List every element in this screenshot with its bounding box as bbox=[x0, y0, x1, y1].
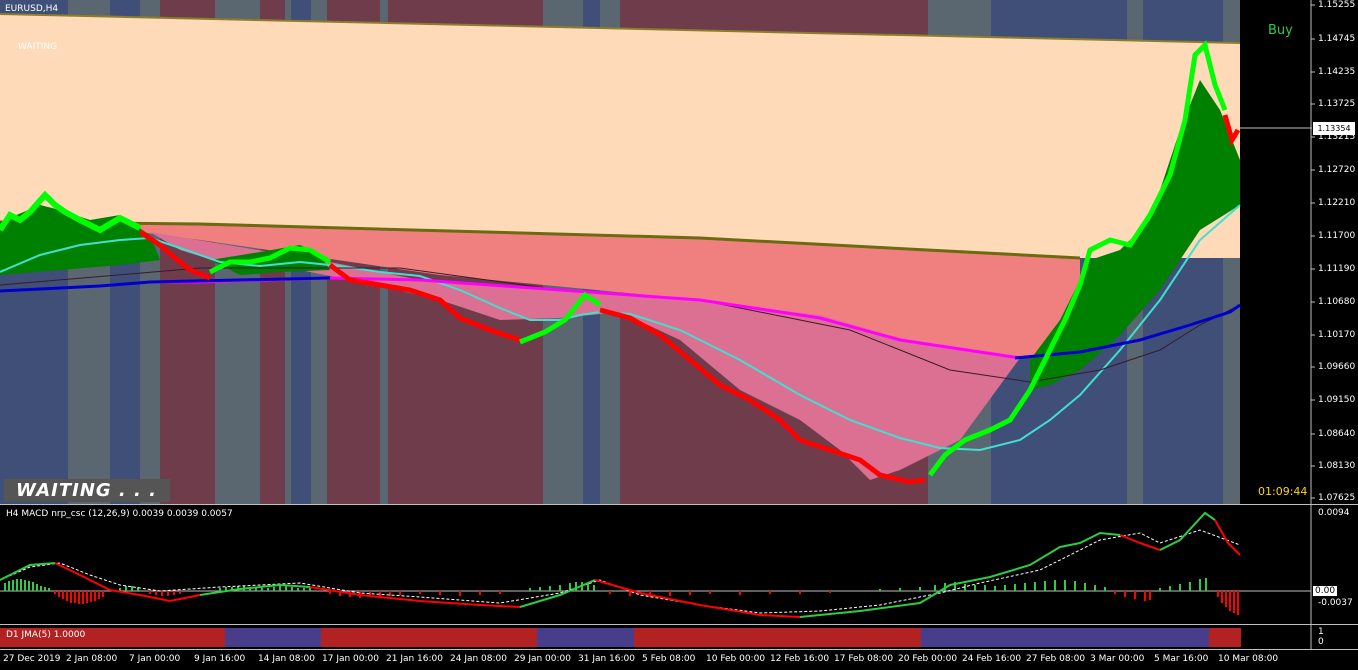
signal-label: Buy bbox=[1268, 23, 1293, 38]
jma-segment bbox=[321, 628, 537, 647]
jma-axis-label: 1 bbox=[1318, 627, 1324, 637]
time-label: 24 Jan 08:00 bbox=[450, 654, 507, 664]
time-label: 5 Feb 08:00 bbox=[642, 654, 696, 664]
price-label: 1.13725 bbox=[1318, 99, 1356, 109]
price-label: 1.08640 bbox=[1318, 429, 1356, 439]
jma-segment bbox=[921, 628, 1209, 647]
jma-panel[interactable] bbox=[0, 625, 1358, 649]
jma-segment bbox=[537, 628, 634, 647]
main-chart-panel[interactable] bbox=[0, 0, 1358, 504]
macd-axis-label: -0.0037 bbox=[1318, 598, 1353, 608]
price-label: 1.12210 bbox=[1318, 198, 1356, 208]
time-label: 31 Jan 16:00 bbox=[578, 654, 635, 664]
status-small-label: WAITING bbox=[18, 42, 58, 52]
price-label: 1.15255 bbox=[1318, 0, 1356, 10]
time-label: 21 Jan 16:00 bbox=[386, 654, 443, 664]
time-label: 27 Feb 08:00 bbox=[1026, 654, 1086, 664]
time-label: 9 Jan 16:00 bbox=[194, 654, 246, 664]
macd-signal-line bbox=[0, 529, 1241, 614]
time-label: 7 Jan 00:00 bbox=[129, 654, 181, 664]
jma-segment bbox=[1209, 628, 1241, 647]
macd-axis-label: 0.00 bbox=[1313, 586, 1338, 596]
macd-indicator-label: H4 MACD nrp_csc (12,26,9) 0.0039 0.0039 … bbox=[6, 509, 233, 519]
time-label: 10 Feb 00:00 bbox=[706, 654, 766, 664]
price-label: 1.09150 bbox=[1318, 395, 1356, 405]
price-label: 1.07625 bbox=[1318, 493, 1356, 503]
macd-svg bbox=[0, 505, 1312, 624]
macd-line-red bbox=[594, 579, 801, 618]
current-price-tag: 1.13354 bbox=[1313, 122, 1355, 135]
jma-axis-label: 0 bbox=[1318, 637, 1324, 647]
time-label: 5 Mar 16:00 bbox=[1154, 654, 1209, 664]
candle-countdown: 01:09:44 bbox=[1258, 485, 1308, 498]
price-label: 1.10170 bbox=[1318, 330, 1356, 340]
time-label: 27 Dec 2019 bbox=[3, 654, 61, 664]
peach-band bbox=[0, 14, 1240, 258]
price-label: 1.10680 bbox=[1318, 297, 1356, 307]
time-label: 20 Feb 00:00 bbox=[898, 654, 958, 664]
time-label: 12 Feb 16:00 bbox=[770, 654, 830, 664]
time-label: 29 Jan 00:00 bbox=[514, 654, 571, 664]
status-banner: WAITING . . . bbox=[4, 479, 170, 502]
macd-axis-label: 0.0094 bbox=[1318, 508, 1350, 518]
jma-svg bbox=[0, 625, 1312, 649]
price-label: 1.09660 bbox=[1318, 362, 1356, 372]
price-label: 1.11700 bbox=[1318, 231, 1356, 241]
macd-line-green bbox=[799, 531, 1121, 618]
jma-indicator-label: D1 JMA(5) 1.0000 bbox=[6, 630, 86, 640]
price-chart-svg bbox=[0, 0, 1315, 504]
macd-line-green bbox=[0, 562, 56, 581]
symbol-label: EURUSD,H4 bbox=[5, 4, 59, 14]
time-axis[interactable]: 27 Dec 2019 2 Jan 08:00 7 Jan 00:00 9 Ja… bbox=[0, 649, 1358, 670]
time-label: 17 Feb 08:00 bbox=[834, 654, 894, 664]
macd-panel[interactable] bbox=[0, 505, 1358, 624]
time-label: 10 Mar 08:00 bbox=[1218, 654, 1279, 664]
macd-line-red bbox=[54, 562, 201, 603]
time-label: 17 Jan 00:00 bbox=[322, 654, 379, 664]
price-label: 1.11190 bbox=[1318, 264, 1356, 274]
time-label: 2 Jan 08:00 bbox=[66, 654, 118, 664]
macd-line-green bbox=[1159, 511, 1216, 551]
macd-line-red bbox=[309, 586, 521, 608]
price-label: 1.14745 bbox=[1318, 34, 1356, 44]
price-label: 1.08130 bbox=[1318, 461, 1356, 471]
time-label: 14 Jan 08:00 bbox=[258, 654, 315, 664]
time-label: 3 Mar 00:00 bbox=[1090, 654, 1145, 664]
jma-segment bbox=[634, 628, 921, 647]
jma-segment bbox=[225, 628, 321, 647]
macd-line-red bbox=[1119, 534, 1161, 551]
time-label: 24 Feb 16:00 bbox=[962, 654, 1022, 664]
price-axis-ticks bbox=[1311, 4, 1315, 499]
price-label: 1.14235 bbox=[1318, 67, 1356, 77]
price-label: 1.12720 bbox=[1318, 165, 1356, 175]
